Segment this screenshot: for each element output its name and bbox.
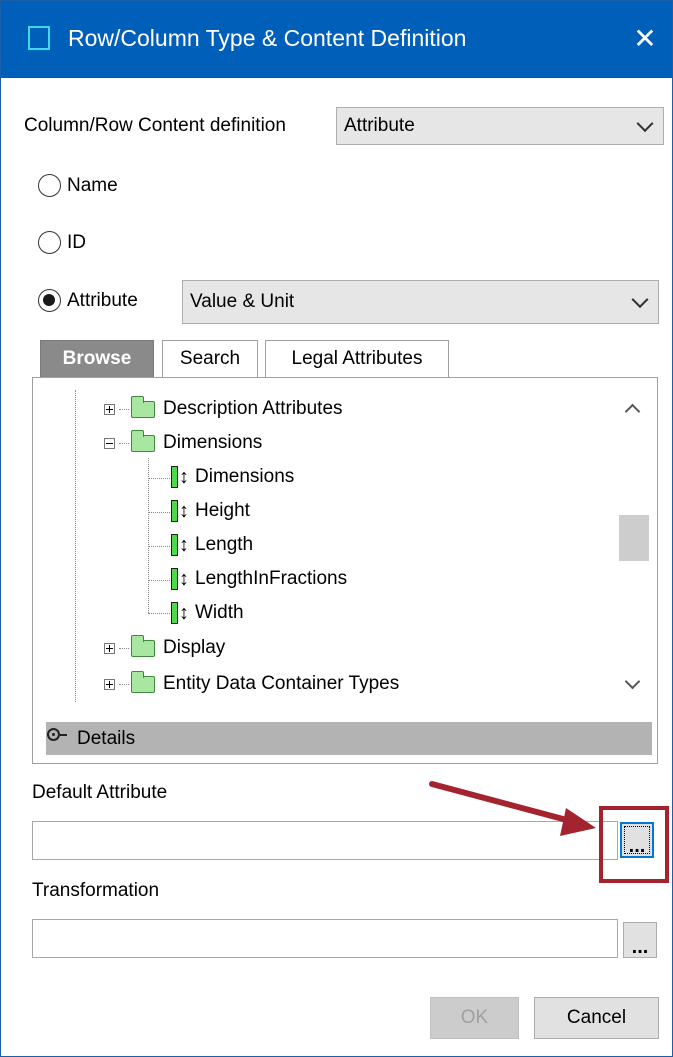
scroll-thumb[interactable] (619, 515, 649, 561)
tree-leaf-label: Dimensions (195, 466, 295, 487)
attribute-type-value: Value & Unit (190, 291, 295, 312)
annotation-arrow (429, 781, 596, 836)
tree-connector (148, 458, 149, 613)
expand-icon[interactable] (104, 678, 115, 690)
tree-leaf-height[interactable]: ↕ Height (171, 500, 250, 522)
radio-name-option[interactable]: Name (38, 174, 118, 197)
radio-name-label: Name (67, 174, 118, 196)
tree-node-dimensions-group[interactable]: Dimensions (104, 429, 263, 454)
tree-node-display[interactable]: Display (104, 634, 226, 659)
attribute-icon: ↕ (171, 466, 189, 488)
radio-attribute-option[interactable]: Attribute (38, 289, 138, 312)
tree-node-label: Entity Data Container Types (163, 673, 400, 694)
attribute-icon: ↕ (171, 500, 189, 522)
radio-name[interactable] (38, 174, 61, 197)
folder-icon (130, 429, 155, 452)
folder-icon (130, 670, 155, 693)
cancel-button[interactable]: Cancel (534, 997, 659, 1039)
scroll-up-icon[interactable] (624, 403, 641, 420)
folder-icon (130, 395, 155, 418)
tree-node-label: Display (163, 637, 226, 658)
tree-node-description-attributes[interactable]: Description Attributes (104, 395, 343, 420)
tree-scrollbar[interactable] (616, 392, 650, 704)
tree-leaf-label: Width (195, 602, 244, 623)
tab-legal-attributes[interactable]: Legal Attributes (265, 340, 449, 377)
radio-id[interactable] (38, 231, 61, 254)
tree-node-entity-data-container-types[interactable]: Entity Data Container Types (104, 670, 400, 695)
transformation-browse-button[interactable]: ... (623, 922, 657, 958)
transformation-label: Transformation (32, 880, 160, 901)
tree-leaf-label: Length (195, 534, 254, 555)
details-label: Details (77, 727, 136, 749)
title-bar: Row/Column Type & Content Definition ✕ (1, 1, 672, 78)
radio-attribute-label: Attribute (67, 289, 138, 311)
chevron-down-icon (636, 115, 654, 133)
chevron-down-icon (631, 291, 649, 309)
tab-browse[interactable]: Browse (40, 340, 154, 377)
transformation-field[interactable] (32, 919, 618, 958)
tree-leaf-label: Height (195, 500, 250, 521)
content-definition-label: Column/Row Content definition (24, 115, 286, 136)
tree-leaf-width[interactable]: ↕ Width (171, 602, 244, 624)
attribute-icon: ↕ (171, 602, 189, 624)
attribute-type-select[interactable]: Value & Unit (182, 280, 659, 324)
collapse-icon[interactable] (104, 437, 115, 449)
expand-icon[interactable] (104, 403, 115, 415)
radio-id-label: ID (67, 231, 86, 253)
window-icon (28, 26, 50, 50)
tree-node-label: Dimensions (163, 432, 263, 453)
dialog-title: Row/Column Type & Content Definition (68, 25, 467, 51)
radio-attribute[interactable] (38, 289, 61, 312)
tree-node-label: Description Attributes (163, 398, 343, 419)
attribute-icon: ↕ (171, 534, 189, 556)
content-definition-value: Attribute (344, 115, 415, 136)
details-toggle-icon[interactable] (47, 728, 67, 741)
attribute-icon: ↕ (171, 568, 189, 590)
radio-id-option[interactable]: ID (38, 231, 86, 254)
tree-leaf-dimensions[interactable]: ↕ Dimensions (171, 466, 294, 488)
details-expander[interactable]: Details (46, 722, 652, 755)
scroll-down-icon[interactable] (624, 673, 641, 690)
tree-leaf-length-in-fractions[interactable]: ↕ LengthInFractions (171, 568, 347, 590)
tree-leaf-length[interactable]: ↕ Length (171, 534, 253, 556)
expand-icon[interactable] (104, 642, 115, 654)
ok-button[interactable]: OK (430, 997, 519, 1039)
close-button[interactable]: ✕ (622, 15, 668, 61)
content-definition-select[interactable]: Attribute (336, 107, 664, 145)
default-attribute-label: Default Attribute (32, 782, 168, 803)
tree-leaf-label: LengthInFractions (195, 568, 348, 589)
tree-connector (75, 390, 76, 702)
tab-search[interactable]: Search (162, 340, 258, 377)
folder-icon (130, 634, 155, 657)
